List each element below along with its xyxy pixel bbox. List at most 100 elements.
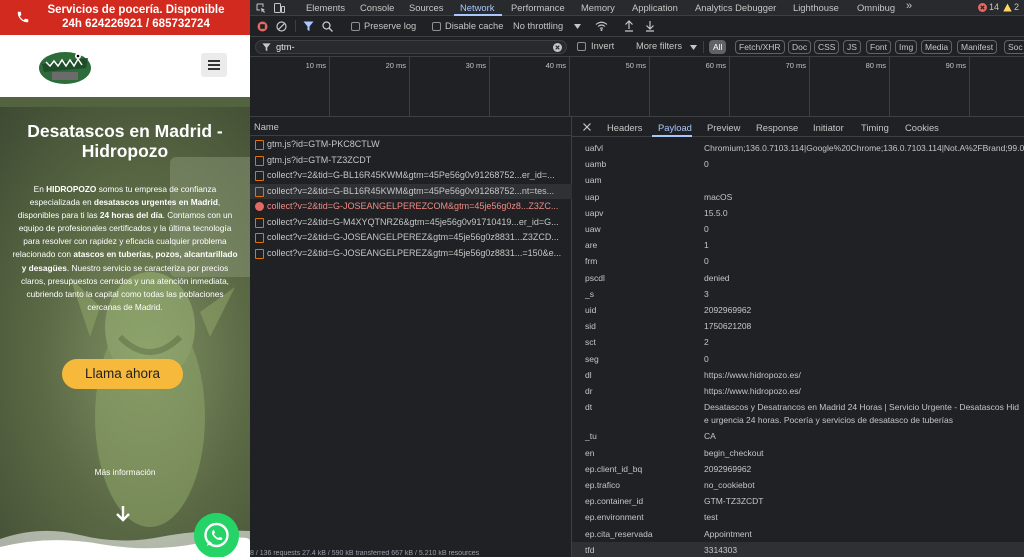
payload-value[interactable]: 1750621208 [704, 321, 1024, 331]
chevron-down-icon[interactable] [690, 45, 697, 50]
payload-value[interactable]: Desatascos y Desatrancos en Madrid 24 Ho… [704, 402, 1024, 412]
filter-icon[interactable] [303, 21, 314, 32]
payload-value[interactable]: test [704, 512, 1024, 522]
payload-value[interactable]: 2 [704, 337, 1024, 347]
tab-preview[interactable]: Preview [707, 122, 740, 133]
request-row-selected[interactable]: collect?v=2&tid=G-BL16R45KWM&gtm=45Pe56g… [250, 183, 572, 199]
tab-cookies[interactable]: Cookies [905, 122, 939, 133]
payload-key: dl [585, 369, 592, 380]
tab-network[interactable]: Network [460, 2, 494, 13]
more-tabs-button[interactable]: » [906, 0, 912, 12]
record-stop-icon[interactable] [257, 21, 268, 32]
request-row[interactable]: collect?v=2&tid=G-JOSEANGELPEREZ&gtm=45j… [250, 230, 572, 246]
device-toolbar-icon[interactable] [274, 3, 285, 13]
tab-elements[interactable]: Elements [306, 2, 345, 13]
payload-value[interactable]: 2092969962 [704, 305, 1024, 315]
payload-value[interactable]: GTM-TZ3ZCDT [704, 496, 1024, 506]
payload-value[interactable]: CA [704, 431, 1024, 441]
search-icon[interactable] [322, 21, 333, 32]
filter-input[interactable]: gtm- [255, 40, 567, 54]
whatsapp-icon[interactable] [194, 513, 239, 557]
hidropozo-logo[interactable] [38, 44, 92, 86]
tab-analytics-debugger[interactable]: Analytics Debugger [695, 2, 776, 13]
contact-topbar[interactable]: Servicios de pocería. Disponible 24h 624… [0, 0, 250, 35]
hamburger-menu-button[interactable] [201, 53, 227, 77]
request-row[interactable]: collect?v=2&tid=G-BL16R45KWM&gtm=45Pe56g… [250, 168, 572, 184]
chip-socket[interactable]: Soc [1004, 40, 1024, 54]
more-filters-dropdown[interactable]: More filters [636, 41, 682, 51]
tab-memory[interactable]: Memory [581, 2, 615, 13]
network-timeline-overview[interactable]: 10 ms 20 ms 30 ms 40 ms 50 ms 60 ms 70 m… [250, 57, 1024, 117]
request-row[interactable]: gtm.js?id=GTM-PKC8CTLW [250, 137, 572, 153]
payload-value[interactable]: denied [704, 273, 1024, 283]
payload-value[interactable]: macOS [704, 192, 1024, 202]
tab-omnibug[interactable]: Omnibug [857, 2, 895, 13]
request-list: gtm.js?id=GTM-PKC8CTLW gtm.js?id=GTM-TZ3… [250, 136, 572, 557]
payload-value-continued[interactable]: e urgencia 24 horas. Pocería y servicios… [704, 415, 1024, 425]
tab-lighthouse[interactable]: Lighthouse [793, 2, 839, 13]
clear-icon[interactable] [276, 21, 287, 32]
tab-performance[interactable]: Performance [511, 2, 565, 13]
request-row[interactable]: gtm.js?id=GTM-TZ3ZCDT [250, 153, 572, 169]
tab-response[interactable]: Response [756, 122, 798, 133]
call-now-button[interactable]: Llama ahora [62, 359, 183, 389]
request-row-failed[interactable]: collect?v=2&tid=G-JOSEANGELPEREZCOM&gtm=… [250, 199, 572, 215]
clear-filter-icon[interactable] [553, 43, 562, 52]
chip-manifest[interactable]: Manifest [957, 40, 998, 54]
close-icon[interactable] [583, 123, 591, 131]
column-name-header[interactable]: Name [254, 122, 279, 132]
disable-cache-checkbox[interactable] [432, 22, 441, 31]
chip-fetch-xhr[interactable]: Fetch/XHR [735, 40, 785, 54]
chip-doc[interactable]: Doc [788, 40, 812, 54]
error-count[interactable]: 14 [989, 2, 999, 12]
payload-value[interactable]: Appointment [704, 529, 1024, 539]
warning-count[interactable]: 2 [1014, 2, 1019, 12]
more-info-link[interactable]: Más información [0, 467, 250, 477]
export-har-icon[interactable] [645, 20, 655, 32]
payload-value[interactable]: 0 [704, 159, 1024, 169]
payload-value[interactable]: 15.5.0 [704, 208, 1024, 218]
chip-img[interactable]: Img [895, 40, 918, 54]
payload-value[interactable]: 3 [704, 289, 1024, 299]
tab-initiator[interactable]: Initiator [813, 122, 844, 133]
tab-timing[interactable]: Timing [861, 122, 889, 133]
payload-value[interactable]: 1 [704, 240, 1024, 250]
preserve-log-checkbox[interactable] [351, 22, 360, 31]
request-list-header[interactable]: Name [250, 117, 572, 136]
payload-key: seg [585, 353, 599, 364]
payload-value[interactable]: https://www.hidropozo.es/ [704, 386, 1024, 396]
payload-value[interactable]: 0 [704, 256, 1024, 266]
payload-row: ep.client_id_bq 2092969962 [572, 461, 1024, 477]
invert-checkbox[interactable] [577, 42, 586, 51]
tab-application[interactable]: Application [632, 2, 678, 13]
tab-console[interactable]: Console [360, 2, 394, 13]
request-row[interactable]: collect?v=2&tid=G-JOSEANGELPEREZ&gtm=45j… [250, 246, 572, 262]
payload-value[interactable]: 2092969962 [704, 464, 1024, 474]
chip-font[interactable]: Font [866, 40, 892, 54]
error-icon[interactable] [978, 3, 987, 12]
chip-css[interactable]: CSS [814, 40, 840, 54]
import-har-icon[interactable] [624, 20, 634, 32]
payload-value[interactable]: 0 [704, 354, 1024, 364]
phone-icon [17, 11, 29, 23]
tab-payload[interactable]: Payload [658, 122, 692, 133]
tab-headers[interactable]: Headers [607, 122, 642, 133]
request-row[interactable]: collect?v=2&tid=G-M4XYQTNRZ6&gtm=45je56g… [250, 215, 572, 231]
payload-value[interactable]: Chromium;136.0.7103.114|Google%20Chrome;… [704, 143, 1024, 153]
network-conditions-icon[interactable] [595, 21, 608, 31]
chip-js[interactable]: JS [843, 40, 861, 54]
chevron-down-icon[interactable] [574, 24, 581, 29]
payload-key: uamb [585, 159, 607, 170]
payload-value[interactable]: https://www.hidropozo.es/ [704, 370, 1024, 380]
throttling-select[interactable]: No throttling [513, 21, 563, 31]
chip-media[interactable]: Media [921, 40, 953, 54]
arrow-down-icon[interactable] [113, 504, 133, 524]
inspect-element-icon[interactable] [256, 3, 266, 13]
warning-icon[interactable] [1003, 3, 1012, 12]
payload-value[interactable]: 0 [704, 224, 1024, 234]
payload-value[interactable]: begin_checkout [704, 448, 1024, 458]
payload-value[interactable]: no_cookiebot [704, 480, 1024, 490]
tab-sources[interactable]: Sources [409, 2, 443, 13]
chip-all[interactable]: All [709, 40, 727, 54]
payload-value[interactable]: 3314303 [704, 545, 1024, 555]
